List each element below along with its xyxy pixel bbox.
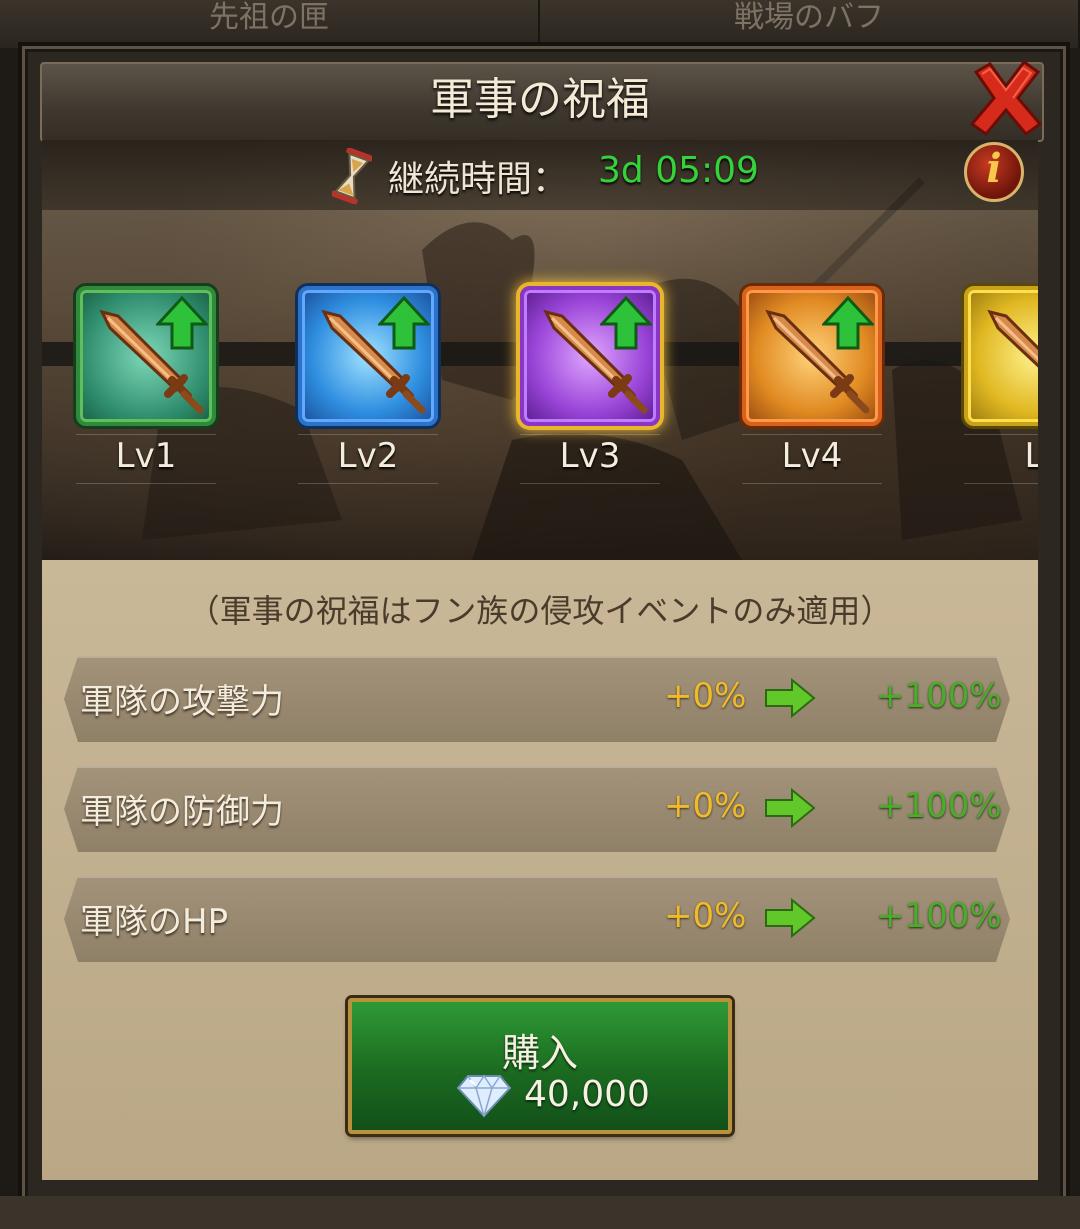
bottom-strip	[0, 1196, 1080, 1229]
right-arrow-icon	[764, 678, 816, 718]
up-arrow-icon	[600, 296, 652, 350]
dialog-title: 軍事の祝福	[430, 74, 650, 125]
stat-from-value: +0%	[664, 676, 747, 716]
close-icon	[969, 59, 1043, 137]
stat-label: 軍隊のHP	[80, 902, 229, 942]
level-item-5[interactable]: L	[964, 286, 1038, 486]
level-icon-frame	[964, 286, 1038, 426]
level-item-1[interactable]: Lv1	[76, 286, 216, 486]
buy-label: 購入	[501, 1031, 578, 1075]
level-label: Lv1	[115, 436, 177, 476]
buy-button[interactable]: 購入 40,000	[348, 998, 732, 1134]
buy-price: 40,000	[524, 1074, 650, 1115]
battle-scene: 継続時間： 3d 05:09 i Lv1 Lv2 Lv3 Lv4 L	[42, 140, 1038, 560]
level-icon-frame	[76, 286, 216, 426]
level-item-4[interactable]: Lv4	[742, 286, 882, 486]
level-label: Lv4	[781, 436, 843, 476]
stat-to-value: +100%	[876, 896, 1002, 936]
stat-row-hp: 軍隊のHP +0% +100%	[64, 876, 1010, 962]
timer-label: 継続時間：	[388, 159, 569, 200]
stat-label: 軍隊の防御力	[80, 792, 284, 832]
timer-value: 3d 05:09	[598, 150, 759, 191]
close-button[interactable]	[968, 58, 1044, 138]
level-label: Lv3	[559, 436, 621, 476]
up-arrow-icon	[378, 296, 430, 350]
timer-bar: 継続時間： 3d 05:09 i	[42, 140, 1038, 210]
stat-from-value: +0%	[664, 786, 747, 826]
level-label: Lv2	[337, 436, 399, 476]
level-item-3[interactable]: Lv3	[520, 286, 660, 486]
sword-icon	[987, 309, 1038, 368]
right-arrow-icon	[764, 788, 816, 828]
stat-row-attack: 軍隊の攻撃力 +0% +100%	[64, 656, 1010, 742]
tab-ancestor-box[interactable]: 先祖の匣	[0, 0, 540, 48]
level-label: L	[1024, 436, 1038, 476]
info-icon: i	[986, 145, 1002, 192]
stat-row-defense: 軍隊の防御力 +0% +100%	[64, 766, 1010, 852]
stats-panel: （軍事の祝福はフン族の侵攻イベントのみ適用） 軍隊の攻撃力 +0% +100% …	[42, 560, 1038, 1180]
level-item-2[interactable]: Lv2	[298, 286, 438, 486]
hourglass-icon	[332, 148, 372, 204]
level-icon-frame	[520, 286, 660, 426]
right-arrow-icon	[764, 898, 816, 938]
stat-to-value: +100%	[876, 676, 1002, 716]
up-arrow-icon	[822, 296, 874, 350]
up-arrow-icon	[156, 296, 208, 350]
stat-from-value: +0%	[664, 896, 747, 936]
stat-to-value: +100%	[876, 786, 1002, 826]
event-note: （軍事の祝福はフン族の侵攻イベントのみ適用）	[187, 592, 893, 630]
level-icon-frame	[298, 286, 438, 426]
tab-battlefield-buff[interactable]: 戦場のバフ	[540, 0, 1080, 48]
info-button[interactable]: i	[964, 142, 1024, 202]
diamond-icon	[456, 1074, 512, 1118]
stat-label: 軍隊の攻撃力	[80, 682, 284, 722]
top-tabs: 先祖の匣 戦場のバフ	[0, 0, 1080, 48]
level-icon-frame	[742, 286, 882, 426]
